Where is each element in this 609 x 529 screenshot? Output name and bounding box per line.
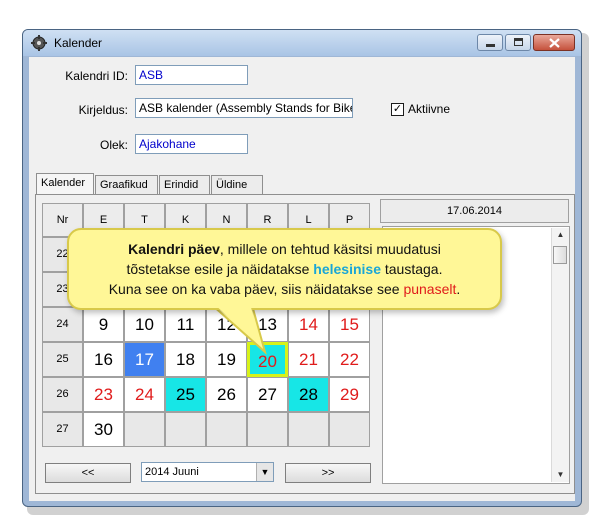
tooltip-pointer-cover [214, 304, 262, 347]
